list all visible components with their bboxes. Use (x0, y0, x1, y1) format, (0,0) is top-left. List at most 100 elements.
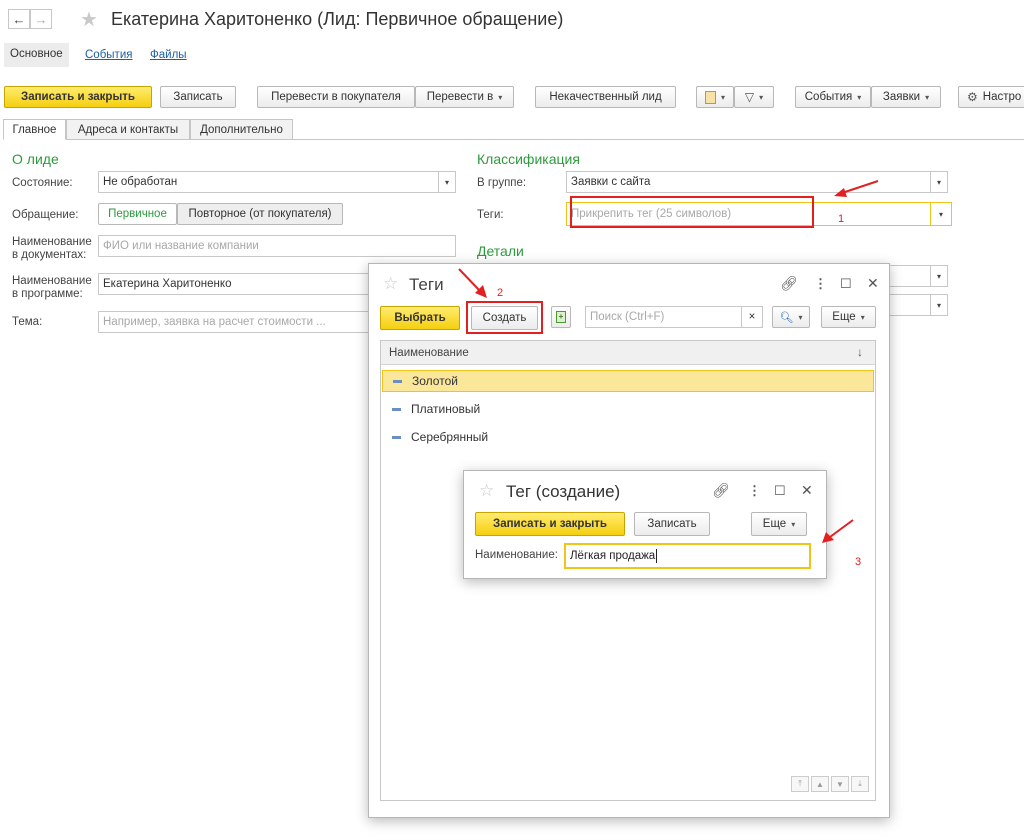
tag-save-button[interactable]: Записать (634, 512, 710, 536)
copy-button[interactable]: + (551, 306, 571, 328)
events-menu-button[interactable]: События ▾ (795, 86, 871, 108)
appeal-label: Обращение: (12, 209, 79, 221)
chevron-down-icon: ▾ (720, 92, 725, 102)
print-menu-button[interactable]: ▾ (696, 86, 734, 108)
state-dropdown-button[interactable]: ▾ (439, 171, 456, 193)
section-events-link[interactable]: События (85, 49, 132, 61)
more-vert-icon[interactable]: ⋮ (814, 276, 827, 292)
back-button[interactable]: ← (8, 9, 30, 29)
annotation-arrow-3 (822, 519, 854, 543)
close-icon[interactable]: ✕ (801, 482, 813, 499)
tag-save-close-button[interactable]: Записать и закрыть (475, 512, 625, 536)
topic-label: Тема: (12, 316, 43, 328)
forward-button[interactable]: → (30, 9, 52, 29)
chevron-down-icon: ▾ (759, 92, 764, 102)
move-to-button[interactable]: Перевести в ▾ (415, 86, 514, 108)
bad-lead-button[interactable]: Некачественный лид (535, 86, 676, 108)
progname-input[interactable]: Екатерина Харитоненко (98, 273, 370, 295)
tag-create-star-icon[interactable]: ☆ (479, 481, 494, 501)
docname-label-line1: Наименование (12, 236, 92, 248)
chevron-down-icon: ▾ (860, 312, 865, 322)
settings-button[interactable]: ⚙ Настро (958, 86, 1024, 108)
annotation-box-1 (570, 196, 814, 228)
to-customer-button[interactable]: Перевести в покупателя (257, 86, 415, 108)
annotation-arrow-1 (834, 180, 879, 197)
search-icon: 🔍︎ (779, 311, 794, 324)
classification-group-title: Классификация (477, 151, 580, 167)
tag-create-title: Тег (создание) (506, 482, 621, 501)
scroll-first-icon[interactable]: ⤒ (791, 776, 809, 792)
search-button[interactable]: 🔍︎ ▾ (772, 306, 810, 328)
appeal-primary-toggle[interactable]: Первичное (98, 203, 177, 225)
close-icon[interactable]: ✕ (867, 275, 879, 292)
save-close-button[interactable]: Записать и закрыть (4, 86, 152, 108)
link-icon[interactable]: 🔗︎ (712, 482, 730, 499)
item-icon (392, 407, 401, 411)
maximize-icon[interactable]: ☐ (840, 276, 852, 292)
tags-dropdown-button[interactable]: ▾ (931, 202, 952, 226)
filter-icon: ▽ (744, 90, 755, 104)
more-label: Еще (832, 311, 856, 323)
tag-more-button[interactable]: Еще ▾ (751, 512, 807, 536)
table-row[interactable]: Серебрянный (382, 426, 874, 448)
more-button[interactable]: Еще ▾ (821, 306, 876, 328)
requests-menu-button[interactable]: Заявки ▾ (871, 86, 941, 108)
column-header-name: Наименование (389, 347, 469, 359)
annotation-number-3: 3 (855, 556, 862, 568)
section-files-link[interactable]: Файлы (150, 49, 187, 61)
select-button[interactable]: Выбрать (380, 306, 460, 330)
group-value: Заявки с сайта (571, 176, 651, 188)
search-input[interactable]: Поиск (Ctrl+F) (585, 306, 763, 328)
sort-arrow-icon[interactable]: ↓ (857, 345, 863, 359)
group-dropdown-button[interactable]: ▾ (931, 171, 948, 193)
docname-input[interactable]: ФИО или название компании (98, 235, 456, 257)
scroll-down-icon[interactable]: ▼ (831, 776, 849, 792)
tag-name-input[interactable]: Лёгкая продажа (564, 543, 811, 569)
lead-group-title: О лиде (12, 151, 59, 167)
tab-main[interactable]: Главное (3, 119, 66, 140)
more-vert-icon[interactable]: ⋮ (748, 483, 761, 499)
details-dropdown-1[interactable]: ▾ (931, 265, 948, 287)
section-main[interactable]: Основное (4, 43, 69, 67)
save-button[interactable]: Записать (160, 86, 236, 108)
scroll-up-icon[interactable]: ▲ (811, 776, 829, 792)
tag-name-label: Наименование: (475, 549, 558, 561)
filter-menu-button[interactable]: ▽ ▾ (734, 86, 774, 108)
row-label: Серебрянный (411, 430, 489, 444)
chevron-down-icon: ▾ (791, 519, 796, 529)
window-title: Екатерина Харитоненко (Лид: Первичное об… (111, 9, 564, 29)
table-row[interactable]: Платиновый (382, 398, 874, 420)
tags-label: Теги: (477, 209, 504, 221)
tags-window-star-icon[interactable]: ☆ (383, 274, 398, 294)
chevron-down-icon: ▾ (857, 92, 862, 102)
tab-addresses[interactable]: Адреса и контакты (66, 119, 190, 140)
chevron-down-icon: ▾ (498, 92, 503, 102)
favorite-star-icon[interactable]: ★ (80, 7, 98, 32)
state-select[interactable]: Не обработан (98, 171, 439, 193)
link-icon[interactable]: 🔗︎ (780, 275, 798, 292)
scroll-last-icon[interactable]: ⤓ (851, 776, 869, 792)
annotation-arrow-2 (458, 268, 487, 298)
topic-input[interactable]: Например, заявка на расчет стоимости ... (98, 311, 370, 333)
tag-name-value: Лёгкая продажа (570, 550, 656, 562)
maximize-icon[interactable]: ☐ (774, 483, 786, 499)
chevron-down-icon: ▾ (798, 312, 803, 322)
move-to-label: Перевести в (426, 91, 494, 103)
annotation-box-2 (466, 301, 543, 334)
progname-label-line1: Наименование (12, 275, 92, 287)
row-label: Платиновый (411, 402, 481, 416)
appeal-repeat-toggle[interactable]: Повторное (от покупателя) (177, 203, 343, 225)
search-placeholder: Поиск (Ctrl+F) (590, 311, 665, 323)
events-menu-label: События (804, 91, 853, 103)
details-dropdown-2[interactable]: ▾ (931, 294, 948, 316)
table-header[interactable]: Наименование ↓ (381, 341, 875, 365)
details-group-title: Детали (477, 243, 524, 259)
tag-create-window: ☆ Тег (создание) 🔗︎ ⋮ ☐ ✕ Записать и зак… (463, 470, 827, 579)
requests-menu-label: Заявки (882, 91, 921, 103)
copy-add-icon: + (556, 311, 566, 323)
gear-icon: ⚙ (967, 90, 978, 104)
table-row[interactable]: Золотой (382, 370, 874, 392)
search-clear-button[interactable]: × (741, 306, 763, 328)
tab-additional[interactable]: Дополнительно (190, 119, 293, 140)
topic-placeholder: Например, заявка на расчет стоимости ... (103, 316, 326, 328)
